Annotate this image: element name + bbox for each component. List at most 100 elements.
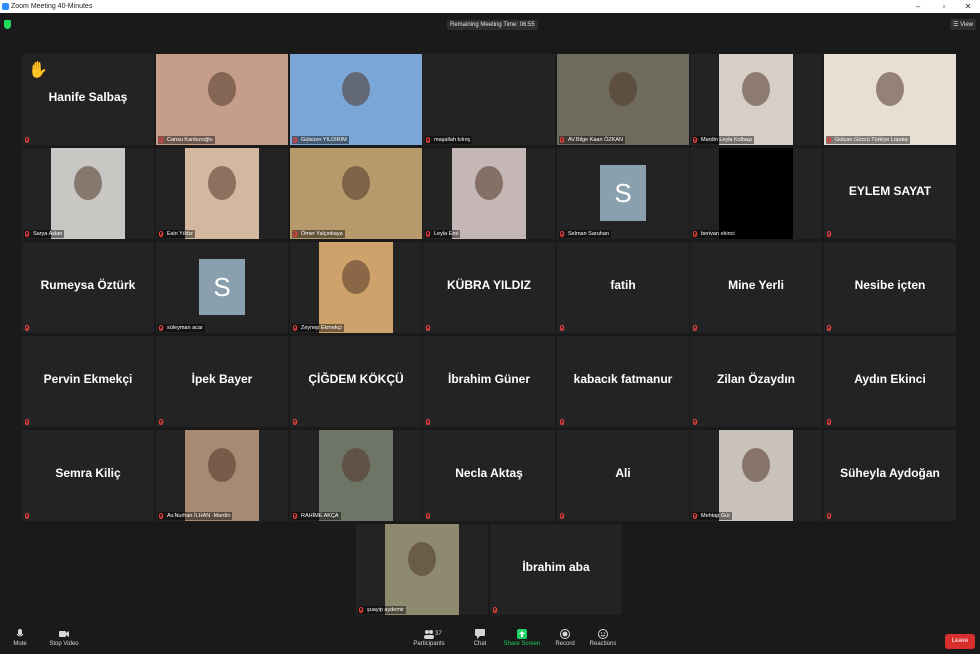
participant-name-tag: Ömer Yalçınkaya xyxy=(292,230,345,238)
muted-microphone-icon xyxy=(293,137,297,143)
participant-tile[interactable]: Nesibe içten xyxy=(824,242,956,333)
participant-tile[interactable]: Zeynep Ekmekçi xyxy=(290,242,422,333)
participants-icon xyxy=(424,630,434,639)
participant-name-tag: Cansu Kanburoğlu xyxy=(158,136,215,144)
participant-tile[interactable]: AV.Bilge Kaan ÖZKAN xyxy=(557,54,689,145)
restore-button[interactable]: ▫ xyxy=(932,0,956,13)
participant-tile[interactable]: KÜBRA YILDIZ xyxy=(423,242,555,333)
participant-display-name: fatih xyxy=(610,278,636,292)
participant-tile[interactable]: RAHİME AKÇA xyxy=(290,430,422,521)
participant-display-name: Zilan Özaydın xyxy=(716,372,795,386)
participant-tile[interactable]: Gülcan Gözcü Türkiye Lopata xyxy=(824,54,956,145)
chat-bubble-icon xyxy=(475,629,485,639)
participant-name-tag: RAHİME AKÇA xyxy=(292,512,341,520)
muted-microphone-icon xyxy=(426,419,430,425)
record-button[interactable]: Record xyxy=(553,629,577,647)
muted-microphone-icon xyxy=(25,419,29,425)
share-screen-icon xyxy=(517,629,527,639)
reactions-button[interactable]: Reactions xyxy=(588,629,618,647)
participant-tile[interactable]: Süheyla Aydoğan xyxy=(824,430,956,521)
person-silhouette xyxy=(208,72,236,106)
minimize-button[interactable]: – xyxy=(906,0,930,13)
muted-microphone-icon xyxy=(827,137,831,143)
participant-tile[interactable]: Aydın Ekinci xyxy=(824,336,956,427)
participant-tile[interactable]: Cansu Kanburoğlu xyxy=(156,54,288,145)
meeting-topbar: Remaining Meeting Time: 06:55 ☰ View xyxy=(0,13,980,38)
participant-name-tag: Mardin Leyla Kolbaşı xyxy=(692,136,755,144)
participant-tile[interactable]: fatih xyxy=(557,242,689,333)
muted-microphone-icon xyxy=(426,325,430,331)
participant-tile[interactable]: İbrahim aba xyxy=(490,524,622,615)
mute-label: Mute xyxy=(13,641,27,647)
person-silhouette xyxy=(342,448,370,482)
participant-name-tag: Sarya Aslan xyxy=(24,230,65,238)
participant-tile[interactable]: Hanife Salbaş ✋ xyxy=(22,54,154,145)
stop-video-button[interactable]: Stop Video xyxy=(47,629,81,647)
participant-tile[interactable]: S Selman Saruhan xyxy=(557,148,689,239)
share-screen-button[interactable]: Share Screen xyxy=(503,629,541,647)
muted-microphone-icon xyxy=(693,137,697,143)
participant-display-name: ÇİĞDEM KÖKÇÜ xyxy=(308,372,404,386)
record-icon xyxy=(560,629,570,639)
participant-display-name: Rumeysa Öztürk xyxy=(40,278,136,292)
participant-name-tag: süleyman acar xyxy=(158,324,205,332)
participant-tile[interactable]: Av.Nurhan İLHAN -Mardin xyxy=(156,430,288,521)
participant-tile[interactable]: Leyla Erol xyxy=(423,148,555,239)
participant-tile[interactable]: Rumeysa Öztürk xyxy=(22,242,154,333)
participant-tile[interactable]: İbrahim Güner xyxy=(423,336,555,427)
participant-tile[interactable]: Necla Aktaş xyxy=(423,430,555,521)
participant-tile[interactable]: Gülsüen YILDIRIM xyxy=(290,54,422,145)
participant-display-name: Semra Kiliç xyxy=(55,466,121,480)
participants-count: 37 xyxy=(435,631,442,637)
participant-tile[interactable]: şuayip aydemir xyxy=(356,524,488,615)
mute-button[interactable]: Mute xyxy=(10,629,30,647)
participant-tile[interactable]: ÇİĞDEM KÖKÇÜ xyxy=(290,336,422,427)
chat-label: Chat xyxy=(473,641,487,647)
person-silhouette xyxy=(208,448,236,482)
leave-button[interactable]: Leave xyxy=(945,634,975,649)
participants-button[interactable]: Participants xyxy=(410,629,448,647)
participant-display-name: Pervin Ekmekçi xyxy=(43,372,133,386)
participant-tile[interactable]: Esin Yıldız xyxy=(156,148,288,239)
muted-microphone-icon xyxy=(293,231,297,237)
participant-display-name: Aydın Ekinci xyxy=(854,372,926,386)
participant-avatar: S xyxy=(600,165,646,221)
muted-microphone-icon xyxy=(560,325,564,331)
muted-microphone-icon xyxy=(560,137,564,143)
participant-display-name: İbrahim aba xyxy=(522,560,590,574)
person-silhouette xyxy=(342,260,370,294)
participant-tile[interactable]: Ali xyxy=(557,430,689,521)
participant-name-tag: Esin Yıldız xyxy=(158,230,195,238)
security-shield-icon[interactable] xyxy=(4,20,11,29)
participant-tile[interactable]: Sarya Aslan xyxy=(22,148,154,239)
view-button[interactable]: ☰ View xyxy=(950,19,976,30)
muted-microphone-icon xyxy=(426,137,430,143)
muted-microphone-icon xyxy=(159,325,163,331)
participant-tile[interactable]: Pervin Ekmekçi xyxy=(22,336,154,427)
participant-tile[interactable]: berivan ekinci xyxy=(690,148,822,239)
participant-tile[interactable]: maşallah kılınç xyxy=(423,54,555,145)
participant-avatar: S xyxy=(199,259,245,315)
zoom-app-icon xyxy=(2,3,9,10)
participant-tile[interactable]: İpek Bayer xyxy=(156,336,288,427)
participant-tile[interactable]: Mine Yerli xyxy=(690,242,822,333)
participant-tile[interactable]: Mehtap Gür xyxy=(690,430,822,521)
muted-microphone-icon xyxy=(293,419,297,425)
participant-tile[interactable]: Mardin Leyla Kolbaşı xyxy=(690,54,822,145)
muted-microphone-icon xyxy=(693,231,697,237)
participant-video xyxy=(719,148,793,239)
participant-tile[interactable]: Zilan Özaydın xyxy=(690,336,822,427)
participant-tile[interactable]: kabacık fatmanur xyxy=(557,336,689,427)
participant-tile[interactable]: Ömer Yalçınkaya xyxy=(290,148,422,239)
participant-name-tag: Mehtap Gür xyxy=(692,512,733,520)
participant-display-name: İpek Bayer xyxy=(191,372,253,386)
participant-tile[interactable]: Semra Kiliç xyxy=(22,430,154,521)
participant-tile[interactable]: EYLEM SAYAT xyxy=(824,148,956,239)
participant-display-name: Hanife Salbaş xyxy=(48,90,128,104)
chat-button[interactable]: Chat xyxy=(470,629,490,647)
participant-display-name: EYLEM SAYAT xyxy=(848,184,932,198)
participant-tile[interactable]: Ssüleyman acar xyxy=(156,242,288,333)
muted-microphone-icon xyxy=(493,607,497,613)
participant-name-tag: Leyla Erol xyxy=(425,230,461,238)
close-window-button[interactable]: ✕ xyxy=(956,0,980,13)
